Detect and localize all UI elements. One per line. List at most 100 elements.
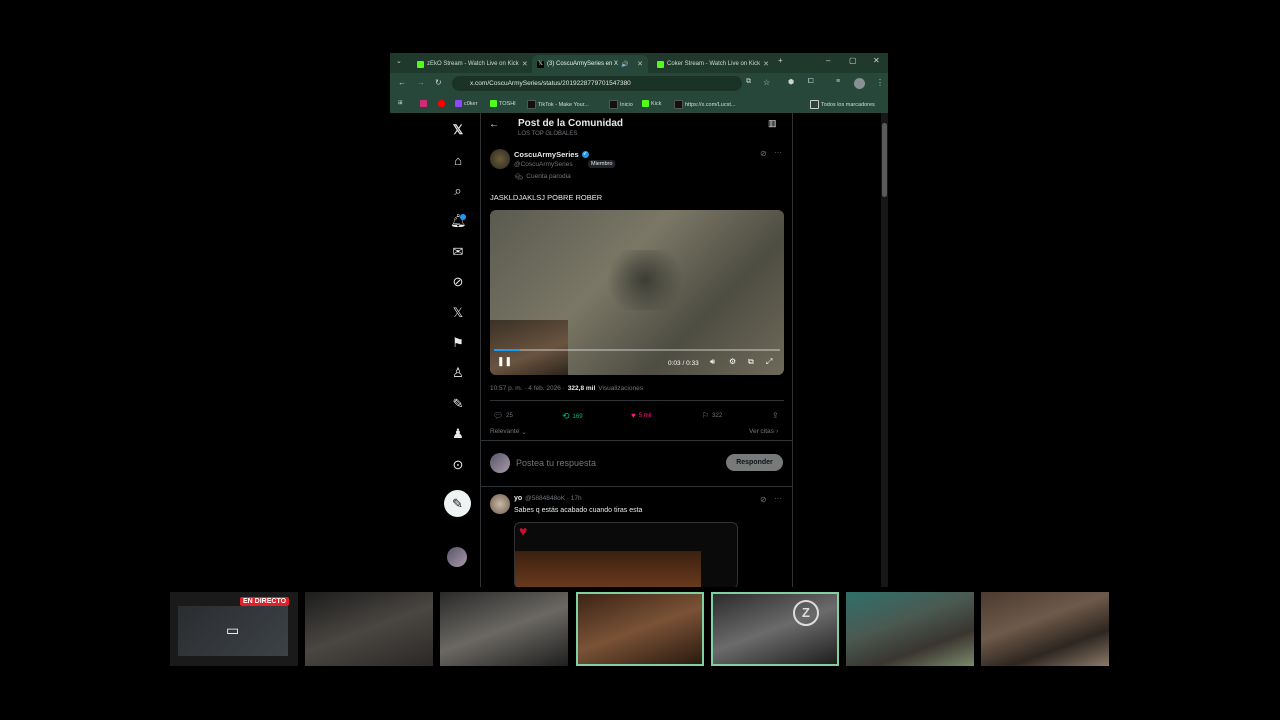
bookmark-inicio[interactable]: Inicio	[609, 100, 633, 109]
tab-search-icon[interactable]: ⌄	[396, 57, 402, 65]
grok-explain-icon[interactable]: ⊘	[760, 149, 767, 158]
home-icon[interactable]: ⌂	[450, 153, 466, 169]
account-avatar[interactable]	[447, 547, 467, 567]
messages-icon[interactable]: ✉	[450, 244, 466, 260]
profile-icon[interactable]: ♟	[450, 426, 466, 442]
tab-title: Coker Stream - Watch Live on Kick	[667, 61, 761, 67]
minimize-icon[interactable]: –	[826, 56, 830, 65]
bookmark-action[interactable]: ⚐ 322	[702, 411, 722, 420]
more-icon[interactable]: ⊙	[450, 457, 466, 473]
heart-icon: ♥	[631, 411, 636, 420]
x-logo-icon[interactable]: 𝕏	[450, 122, 466, 138]
x-logo-icon	[674, 100, 683, 109]
video-player[interactable]: ❚❚ 0:03 / 0:33 🔊︎ ⚙ ⧉ ⤢	[490, 210, 784, 375]
speaker-icon[interactable]: 🔊	[621, 61, 628, 68]
star-icon[interactable]: ☆	[763, 78, 770, 87]
tab-strip: ⌄ zEkO Stream - Watch Live on Kick ✕ 𝕏 (…	[390, 53, 888, 73]
post-timestamp[interactable]: 10:57 p. m. · 4 feb. 2026 ·	[490, 385, 565, 392]
premium-x-icon[interactable]: 𝕏	[450, 305, 466, 321]
back-icon[interactable]: ←	[398, 78, 406, 87]
bookmark-c0ker[interactable]: c0ker	[455, 100, 477, 107]
maximize-icon[interactable]: ▢	[849, 56, 857, 65]
reply-action[interactable]: 💬︎ 25	[493, 411, 513, 420]
video-progress-track[interactable]	[494, 349, 780, 351]
reply-video-frame	[515, 551, 701, 587]
tab-zeko[interactable]: zEkO Stream - Watch Live on Kick ✕	[412, 55, 528, 73]
bookmarks-icon[interactable]: ⚑	[450, 335, 466, 351]
repost-action[interactable]: ⟲ 169	[562, 411, 583, 422]
share-icon: ⇪	[772, 411, 779, 420]
close-icon[interactable]: ✕	[763, 60, 768, 68]
video-scene	[600, 250, 690, 310]
close-icon[interactable]: ✕	[637, 60, 643, 68]
folder-icon	[810, 100, 819, 109]
communities-icon[interactable]: ✎	[450, 396, 466, 412]
bookmark-lucst[interactable]: https://x.com/Lucst...	[674, 100, 735, 109]
grok-icon[interactable]: ⊘	[450, 274, 466, 290]
video-time: 0:03 / 0:33	[668, 360, 699, 367]
jobs-icon[interactable]: ♙	[450, 365, 466, 381]
profile-avatar[interactable]	[854, 78, 865, 89]
back-arrow-icon[interactable]: ←	[489, 119, 499, 130]
scrollbar[interactable]	[881, 113, 888, 587]
community-name[interactable]: LOS TOP GLOBALES	[518, 131, 577, 137]
tab-title: zEkO Stream - Watch Live on Kick	[427, 61, 519, 67]
volume-icon[interactable]: 🔊︎	[710, 357, 715, 367]
new-tab-icon[interactable]: +	[778, 56, 783, 65]
like-action[interactable]: ♥ 5 mil	[631, 411, 651, 420]
close-window-icon[interactable]: ✕	[873, 56, 880, 65]
reply-author-avatar[interactable]	[490, 494, 510, 514]
extensions-icon[interactable]: ⧠	[808, 78, 814, 86]
compose-post-button[interactable]: ✎	[444, 490, 471, 517]
apps-icon[interactable]: ⊞	[398, 100, 403, 106]
url-text: x.com/CoscuArmySeries/status/20192287797…	[470, 80, 631, 87]
scrollbar-thumb[interactable]	[882, 123, 887, 197]
address-bar[interactable]: x.com/CoscuArmySeries/status/20192287797…	[452, 76, 742, 91]
quotes-link[interactable]: Ver citas ›	[749, 428, 778, 435]
reload-icon[interactable]: ↻	[435, 78, 442, 87]
share-action[interactable]: ⇪	[772, 411, 779, 420]
bookmark-youtube[interactable]	[438, 100, 445, 107]
menu-icon[interactable]: ⋮	[876, 78, 884, 87]
more-options-icon[interactable]: ···	[774, 148, 782, 157]
divider	[490, 400, 784, 401]
reply-author-row[interactable]: yo @5884848oK · 17h	[514, 495, 582, 502]
install-icon[interactable]: ⧉	[746, 78, 751, 86]
bookmark-instagram[interactable]	[420, 100, 427, 107]
extension-shield-icon[interactable]: ⬢	[788, 78, 794, 86]
cam-streamer-5: Z	[711, 592, 839, 666]
reader-icon[interactable]: ▥	[768, 118, 777, 129]
reply-button[interactable]: Responder	[726, 454, 783, 471]
tab-x-post[interactable]: 𝕏 (3) CoscuArmySeries en X 🔊 ✕	[532, 55, 648, 73]
more-options-icon[interactable]: ···	[774, 494, 782, 503]
bookmark-tiktok[interactable]: TikTok - Make Your...	[527, 100, 589, 109]
author-handle[interactable]: @CoscuArmySeries	[514, 161, 573, 168]
settings-icon[interactable]: ⚙	[729, 357, 736, 366]
grok-explain-icon[interactable]: ⊘	[760, 495, 767, 504]
bookmarks-bar: ⊞ c0ker TOSHI TikTok - Make Your... Inic…	[390, 95, 888, 113]
bookmark-toshi[interactable]: TOSHI	[490, 100, 516, 107]
x-logo-icon	[609, 100, 618, 109]
reply-media[interactable]: ♥	[514, 522, 738, 587]
author-name-row[interactable]: CoscuArmySeries ✓	[514, 150, 589, 159]
page-title: Post de la Comunidad	[518, 118, 624, 129]
cam-screen-share: EN DIRECTO ▭	[170, 592, 298, 666]
fullscreen-icon[interactable]: ⤢	[766, 357, 772, 367]
video-progress-fill	[494, 349, 520, 351]
reply-input[interactable]: Postea tu respuesta	[516, 458, 596, 468]
media-icon[interactable]: ≡	[836, 78, 840, 85]
close-icon[interactable]: ✕	[522, 60, 528, 68]
tab-coker[interactable]: Coker Stream - Watch Live on Kick ✕	[652, 55, 768, 73]
cam-streamer-3	[440, 592, 568, 666]
author-avatar[interactable]	[490, 149, 510, 169]
all-bookmarks[interactable]: Todos los marcadores	[810, 100, 875, 109]
member-badge: Miembro	[588, 160, 616, 168]
z-logo-icon: Z	[793, 600, 819, 626]
kick-icon	[417, 60, 424, 68]
search-icon[interactable]: ⌕	[450, 183, 466, 199]
picture-in-picture-icon[interactable]: ⧉	[748, 357, 754, 367]
bookmark-kick[interactable]: Kick	[642, 100, 661, 107]
forward-icon[interactable]: →	[417, 78, 425, 87]
sort-dropdown[interactable]: Relevante ⌄	[490, 428, 527, 436]
pause-icon[interactable]: ❚❚	[497, 356, 512, 367]
